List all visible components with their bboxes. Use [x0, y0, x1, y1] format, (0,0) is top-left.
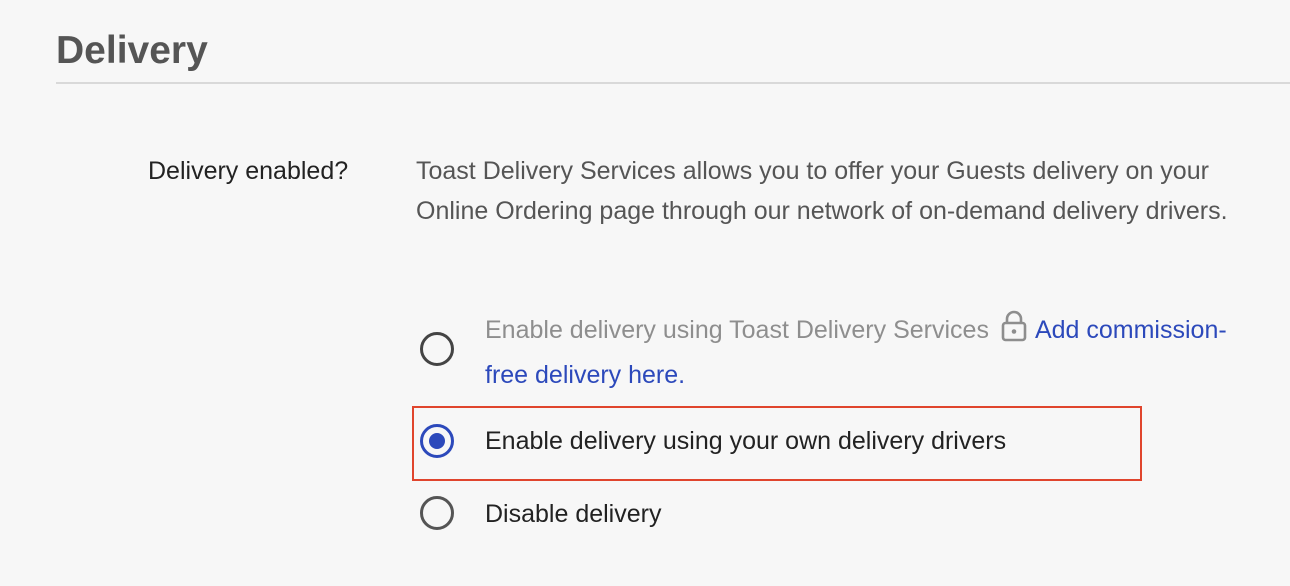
option-toast-delivery-text: Enable delivery using Toast Delivery Ser…	[485, 310, 1245, 396]
option-disable-delivery-label: Disable delivery	[485, 500, 662, 528]
radio-disable-delivery[interactable]	[420, 496, 454, 530]
delivery-description: Toast Delivery Services allows you to of…	[416, 157, 1228, 225]
option-own-drivers-label: Enable delivery using your own delivery …	[485, 427, 1007, 455]
section-title: Delivery	[56, 29, 208, 72]
option-toast-delivery-label: Enable delivery using Toast Delivery Ser…	[485, 316, 989, 344]
radio-toast-delivery-services	[420, 332, 454, 366]
section-divider	[56, 82, 1290, 84]
delivery-enabled-label: Delivery enabled?	[148, 157, 349, 185]
radio-own-delivery-drivers[interactable]	[420, 424, 454, 458]
lock-icon	[999, 310, 1029, 355]
